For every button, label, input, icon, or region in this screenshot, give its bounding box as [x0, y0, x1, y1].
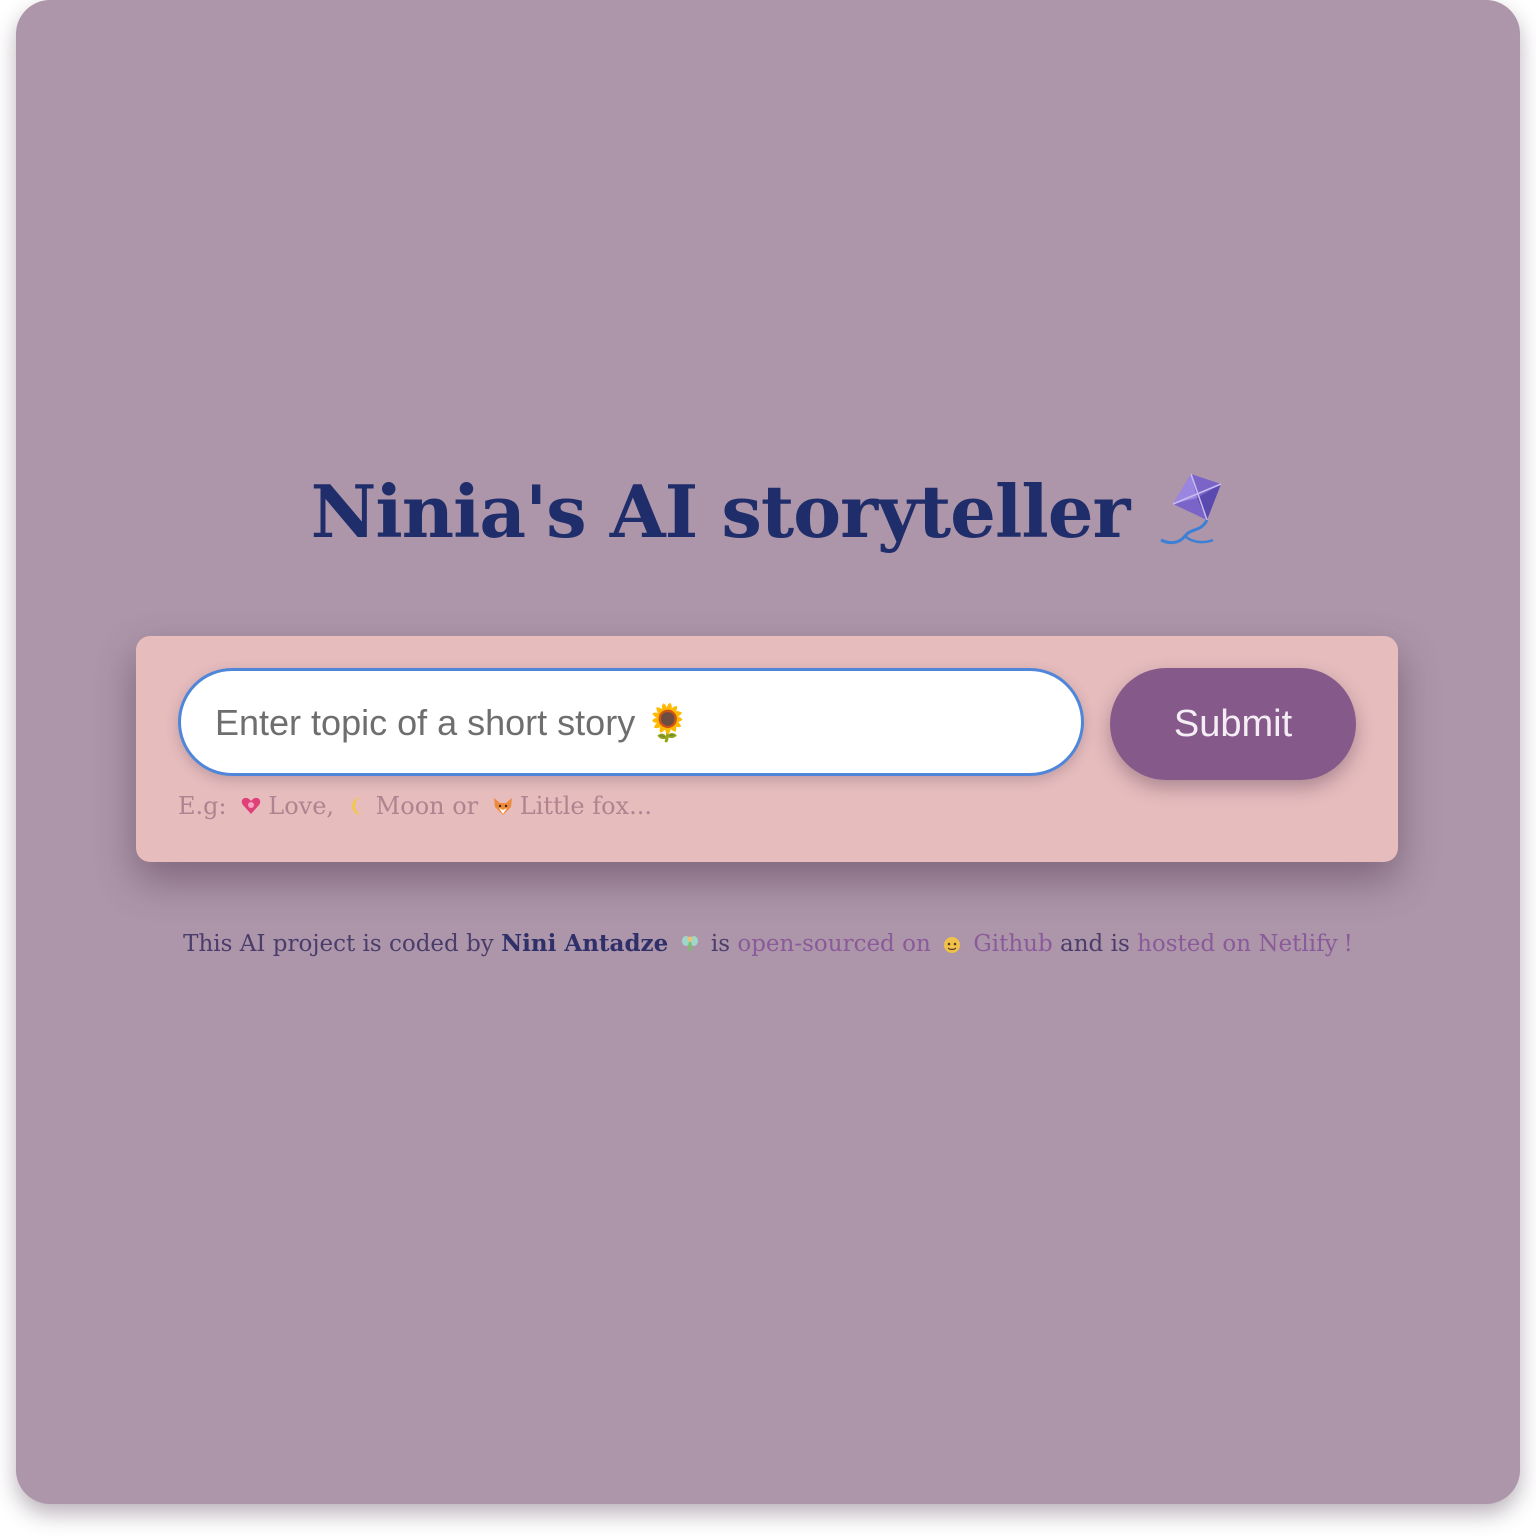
page-title: Ninia's AI storyteller	[16, 462, 1520, 562]
footer-credits: This AI project is coded by Nini Antadze…	[16, 930, 1520, 957]
page-title-text: Ninia's AI storyteller	[310, 469, 1131, 554]
footer-author: Nini Antadze	[501, 930, 669, 957]
octocat-icon	[942, 934, 962, 954]
footer-text-exclaim: !	[1343, 931, 1353, 957]
heart-icon	[240, 795, 262, 817]
github-link[interactable]: Github	[973, 931, 1052, 957]
hint-prefix: E.g:	[178, 792, 227, 820]
open-sourced-link[interactable]: open-sourced on	[737, 931, 930, 957]
netlify-link[interactable]: hosted on Netlify	[1137, 931, 1338, 957]
app-window: Ninia's AI storyteller Submit E.g: Love,…	[16, 0, 1520, 1504]
hint-moon: Moon or	[375, 792, 479, 820]
fox-icon	[492, 795, 514, 817]
submit-button[interactable]: Submit	[1110, 668, 1356, 780]
footer-text-and-is: and is	[1060, 931, 1130, 957]
fairy-icon	[680, 934, 700, 954]
topic-input-wrapper[interactable]	[178, 668, 1084, 776]
moon-icon	[348, 795, 370, 817]
footer-text-coded-by: This AI project is coded by	[183, 931, 494, 957]
example-hint: E.g: Love, Moon or Little fox...	[178, 792, 652, 820]
hint-fox: Little fox...	[519, 792, 652, 820]
kite-icon	[1151, 470, 1225, 554]
story-form-card: Submit E.g: Love, Moon or Little fox...	[136, 636, 1398, 862]
footer-text-is: is	[710, 931, 731, 957]
hint-love: Love,	[268, 792, 335, 820]
topic-input[interactable]	[213, 671, 1037, 775]
